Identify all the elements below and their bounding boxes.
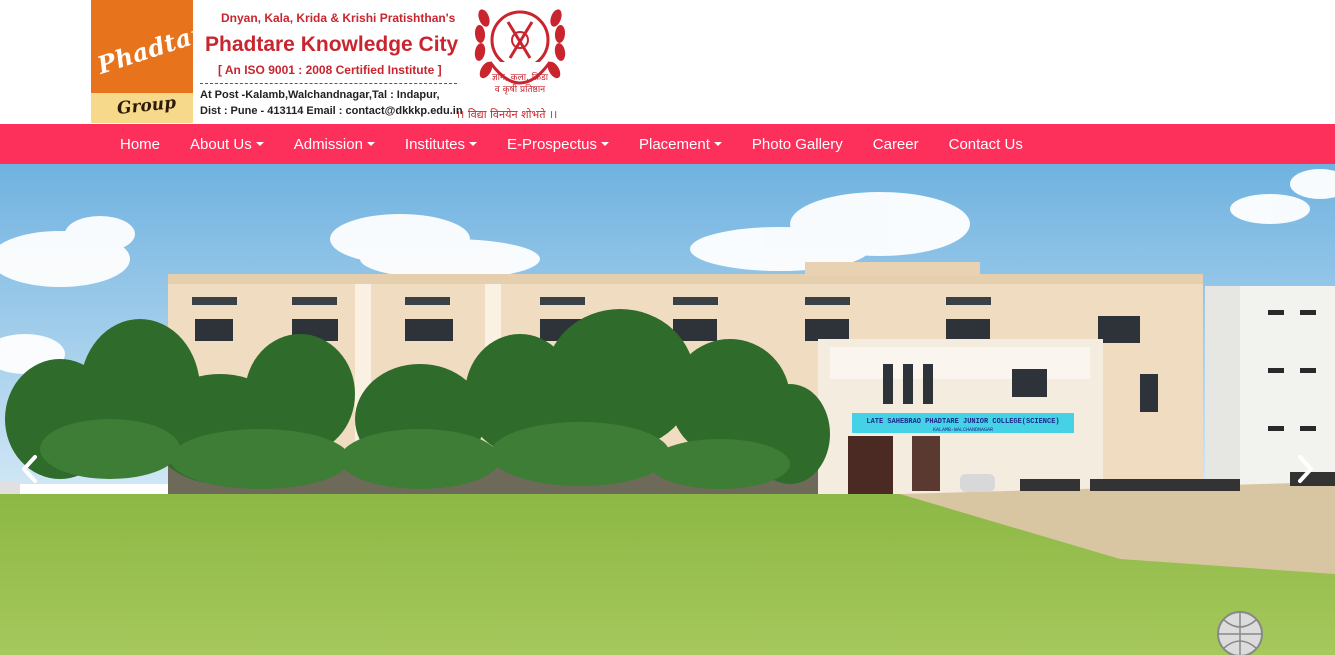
caret-down-icon [601,142,609,146]
org-title: Phadtare Knowledge City [205,33,459,56]
nav-item-contact-us[interactable]: Contact Us [934,124,1038,164]
chevron-left-icon [22,455,37,483]
nav-item-e-prospectus[interactable]: E-Prospectus [492,124,624,164]
nav-item-career[interactable]: Career [858,124,934,164]
organization-info: Dnyan, Kala, Krida & Krishi Pratishthan'… [195,0,463,124]
caret-down-icon [713,142,722,146]
emblem-text-1: ज्ञान, कला, क्रिडा [492,71,549,83]
nav-item-photo-gallery[interactable]: Photo Gallery [737,124,858,164]
site-header: Phadtare Group Dnyan, Kala, Krida & Kris… [0,0,1335,124]
signboard-text-2: KALAMB-WALCHANDNAGAR [933,427,993,433]
carousel-prev-button[interactable] [0,434,60,504]
nav-item-about-us[interactable]: About Us [175,124,279,164]
caret-down-icon [255,142,264,146]
signboard-text-1: LATE SAHEBRAO PHADTARE JUNIOR COLLEGE(SC… [866,418,1059,426]
institute-emblem-icon: ज्ञान, कला, क्रिडा व कृषी प्रतिष्ठान [474,9,566,95]
caret-down-icon [366,142,375,146]
main-navbar: Home About Us Admission Institutes E-Pro… [0,124,1335,164]
hero-carousel: LATE SAHEBRAO PHADTARE JUNIOR COLLEGE(SC… [0,164,1335,655]
institute-motto: ।। विद्या विनयेन शोभते ।। [456,108,558,121]
nav-item-admission[interactable]: Admission [279,124,390,164]
nav-item-placement[interactable]: Placement [624,124,737,164]
chevron-right-icon [1298,455,1313,483]
iso-certification: [ An ISO 9001 : 2008 Certified Institute… [218,63,442,77]
caret-down-icon [468,142,477,146]
nav-item-institutes[interactable]: Institutes [390,124,492,164]
carousel-next-button[interactable] [1275,434,1335,504]
phadtare-group-logo[interactable]: Phadtare Group [91,0,193,123]
emblem-text-2: व कृषी प्रतिष्ठान [495,83,546,95]
campus-building-photo: LATE SAHEBRAO PHADTARE JUNIOR COLLEGE(SC… [0,164,1335,655]
nav-menu: Home About Us Admission Institutes E-Pro… [105,124,1038,164]
header-divider [200,83,457,84]
org-trust-name: Dnyan, Kala, Krida & Krishi Pratishthan'… [221,11,456,25]
address-line-2: Dist : Pune - 413114 Email : contact@dkk… [200,105,463,117]
nav-item-home[interactable]: Home [105,124,175,164]
globe-watermark-icon [1217,611,1263,655]
address-line-1: At Post -Kalamb,Walchandnagar,Tal : Inda… [200,89,440,101]
